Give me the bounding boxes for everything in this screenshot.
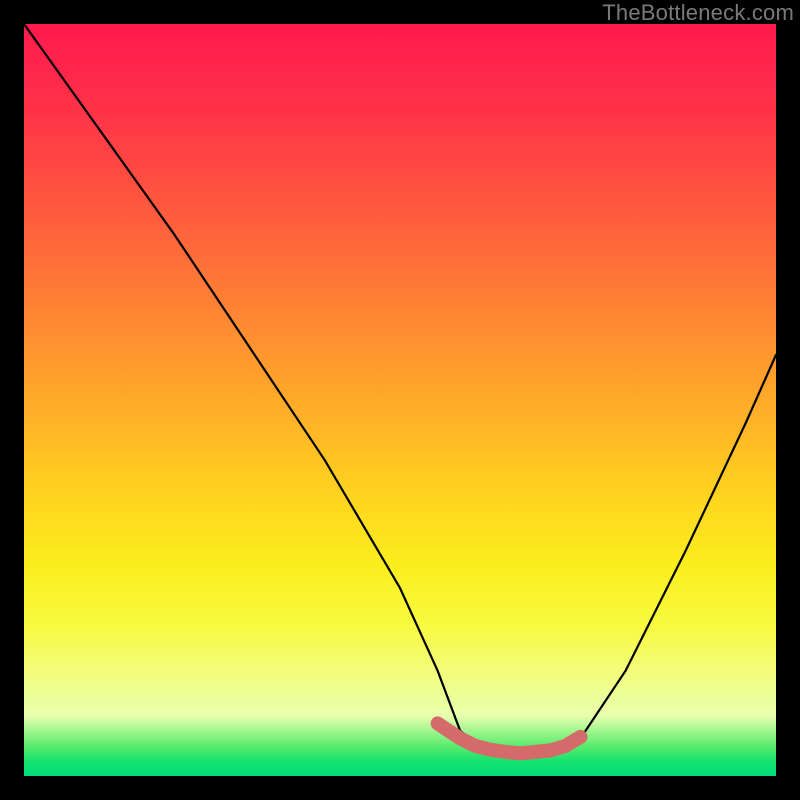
- bottleneck-curve: [24, 24, 776, 753]
- chart-svg: [24, 24, 776, 776]
- chart-frame: TheBottleneck.com: [0, 0, 800, 800]
- watermark-text: TheBottleneck.com: [602, 0, 794, 26]
- chart-plot-area: [24, 24, 776, 776]
